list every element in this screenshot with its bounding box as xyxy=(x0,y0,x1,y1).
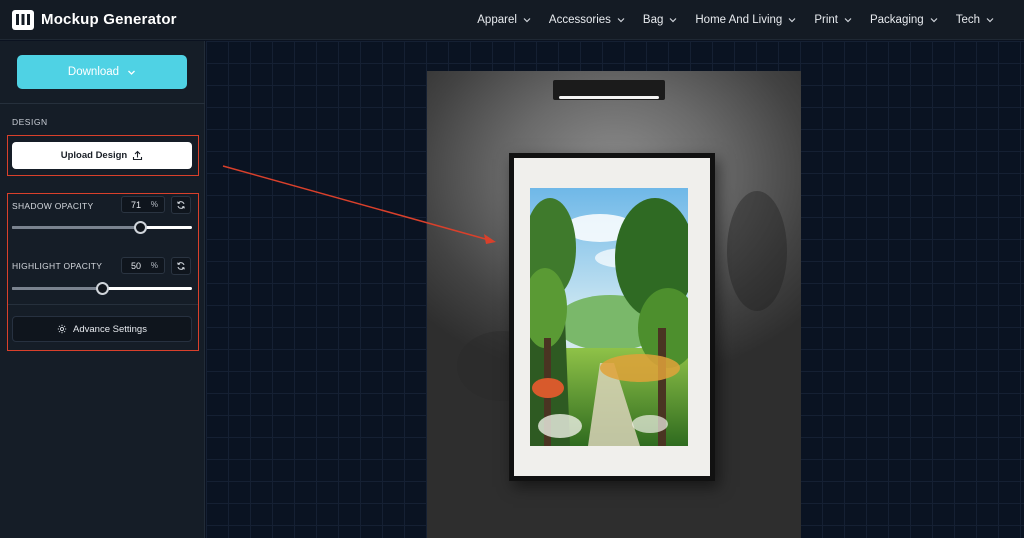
nav-label: Tech xyxy=(955,14,980,26)
top-bar: Mockup Generator Apparel Accessories Bag… xyxy=(0,0,1024,40)
refresh-icon xyxy=(177,201,185,209)
upload-label: Upload Design xyxy=(60,150,128,161)
slider-fill xyxy=(12,287,102,290)
chevron-down-icon xyxy=(669,18,677,23)
app-title: Mockup Generator xyxy=(41,11,177,28)
download-label: Download xyxy=(67,66,120,78)
shadow-opacity-label: SHADOW OPACITY xyxy=(12,201,94,211)
wall-texture xyxy=(727,191,787,311)
shadow-opacity-input[interactable]: 71 % xyxy=(121,196,165,213)
nav-item-home-and-living[interactable]: Home And Living xyxy=(695,14,796,26)
frame-mat xyxy=(514,158,710,476)
nav-label: Accessories xyxy=(548,14,611,26)
chevron-down-icon xyxy=(930,18,938,23)
refresh-icon xyxy=(177,262,185,270)
highlight-reset-button[interactable] xyxy=(171,257,191,275)
slider-fill xyxy=(12,226,140,229)
advance-settings-button[interactable]: Advance Settings xyxy=(12,316,192,342)
highlight-opacity-label: HIGHLIGHT OPACITY xyxy=(12,261,103,271)
chevron-down-icon xyxy=(986,18,994,23)
lamp-glow xyxy=(559,96,659,99)
artwork-image xyxy=(530,188,688,446)
divider xyxy=(0,103,205,104)
nav-item-apparel[interactable]: Apparel xyxy=(477,14,531,26)
shadow-opacity-slider[interactable] xyxy=(12,221,192,234)
slider-thumb[interactable] xyxy=(96,282,109,295)
mockup-canvas xyxy=(206,41,1024,538)
main-nav: Apparel Accessories Bag Home And Living … xyxy=(459,0,994,40)
gear-icon xyxy=(57,324,67,334)
shadow-opacity-value: 71 xyxy=(131,199,142,210)
brand[interactable]: Mockup Generator xyxy=(12,9,177,30)
chevron-down-icon xyxy=(844,18,852,23)
nav-item-print[interactable]: Print xyxy=(814,14,852,26)
chevron-down-icon xyxy=(523,18,531,23)
concrete-wall xyxy=(427,71,801,538)
nav-item-accessories[interactable]: Accessories xyxy=(549,14,625,26)
nav-label: Print xyxy=(814,14,838,26)
logo-icon xyxy=(12,9,34,30)
download-button[interactable]: Download xyxy=(17,55,187,89)
sidebar: Download DESIGN Upload Design SHADOW OPA… xyxy=(0,41,205,538)
picture-frame[interactable] xyxy=(509,153,715,481)
nav-label: Home And Living xyxy=(695,14,783,26)
upload-icon xyxy=(133,150,143,161)
highlight-opacity-value: 50 xyxy=(131,260,142,271)
nav-item-tech[interactable]: Tech xyxy=(956,14,994,26)
chevron-down-icon xyxy=(617,18,625,23)
chevron-down-icon xyxy=(128,70,136,75)
upload-design-button[interactable]: Upload Design xyxy=(12,142,192,169)
divider xyxy=(8,304,198,305)
highlight-opacity-input[interactable]: 50 % xyxy=(121,257,165,274)
percent-unit: % xyxy=(150,200,158,209)
highlight-opacity-slider[interactable] xyxy=(12,282,192,295)
design-section-label: DESIGN xyxy=(12,117,48,127)
shadow-reset-button[interactable] xyxy=(171,196,191,214)
nav-label: Apparel xyxy=(477,14,517,26)
slider-thumb[interactable] xyxy=(133,221,147,234)
chevron-down-icon xyxy=(788,18,796,23)
nav-label: Packaging xyxy=(869,14,924,26)
advance-settings-label: Advance Settings xyxy=(73,323,147,335)
picture-lamp xyxy=(553,80,665,100)
nav-label: Bag xyxy=(642,14,664,26)
nav-item-packaging[interactable]: Packaging xyxy=(870,14,938,26)
percent-unit: % xyxy=(150,261,158,270)
nav-item-bag[interactable]: Bag xyxy=(643,14,677,26)
